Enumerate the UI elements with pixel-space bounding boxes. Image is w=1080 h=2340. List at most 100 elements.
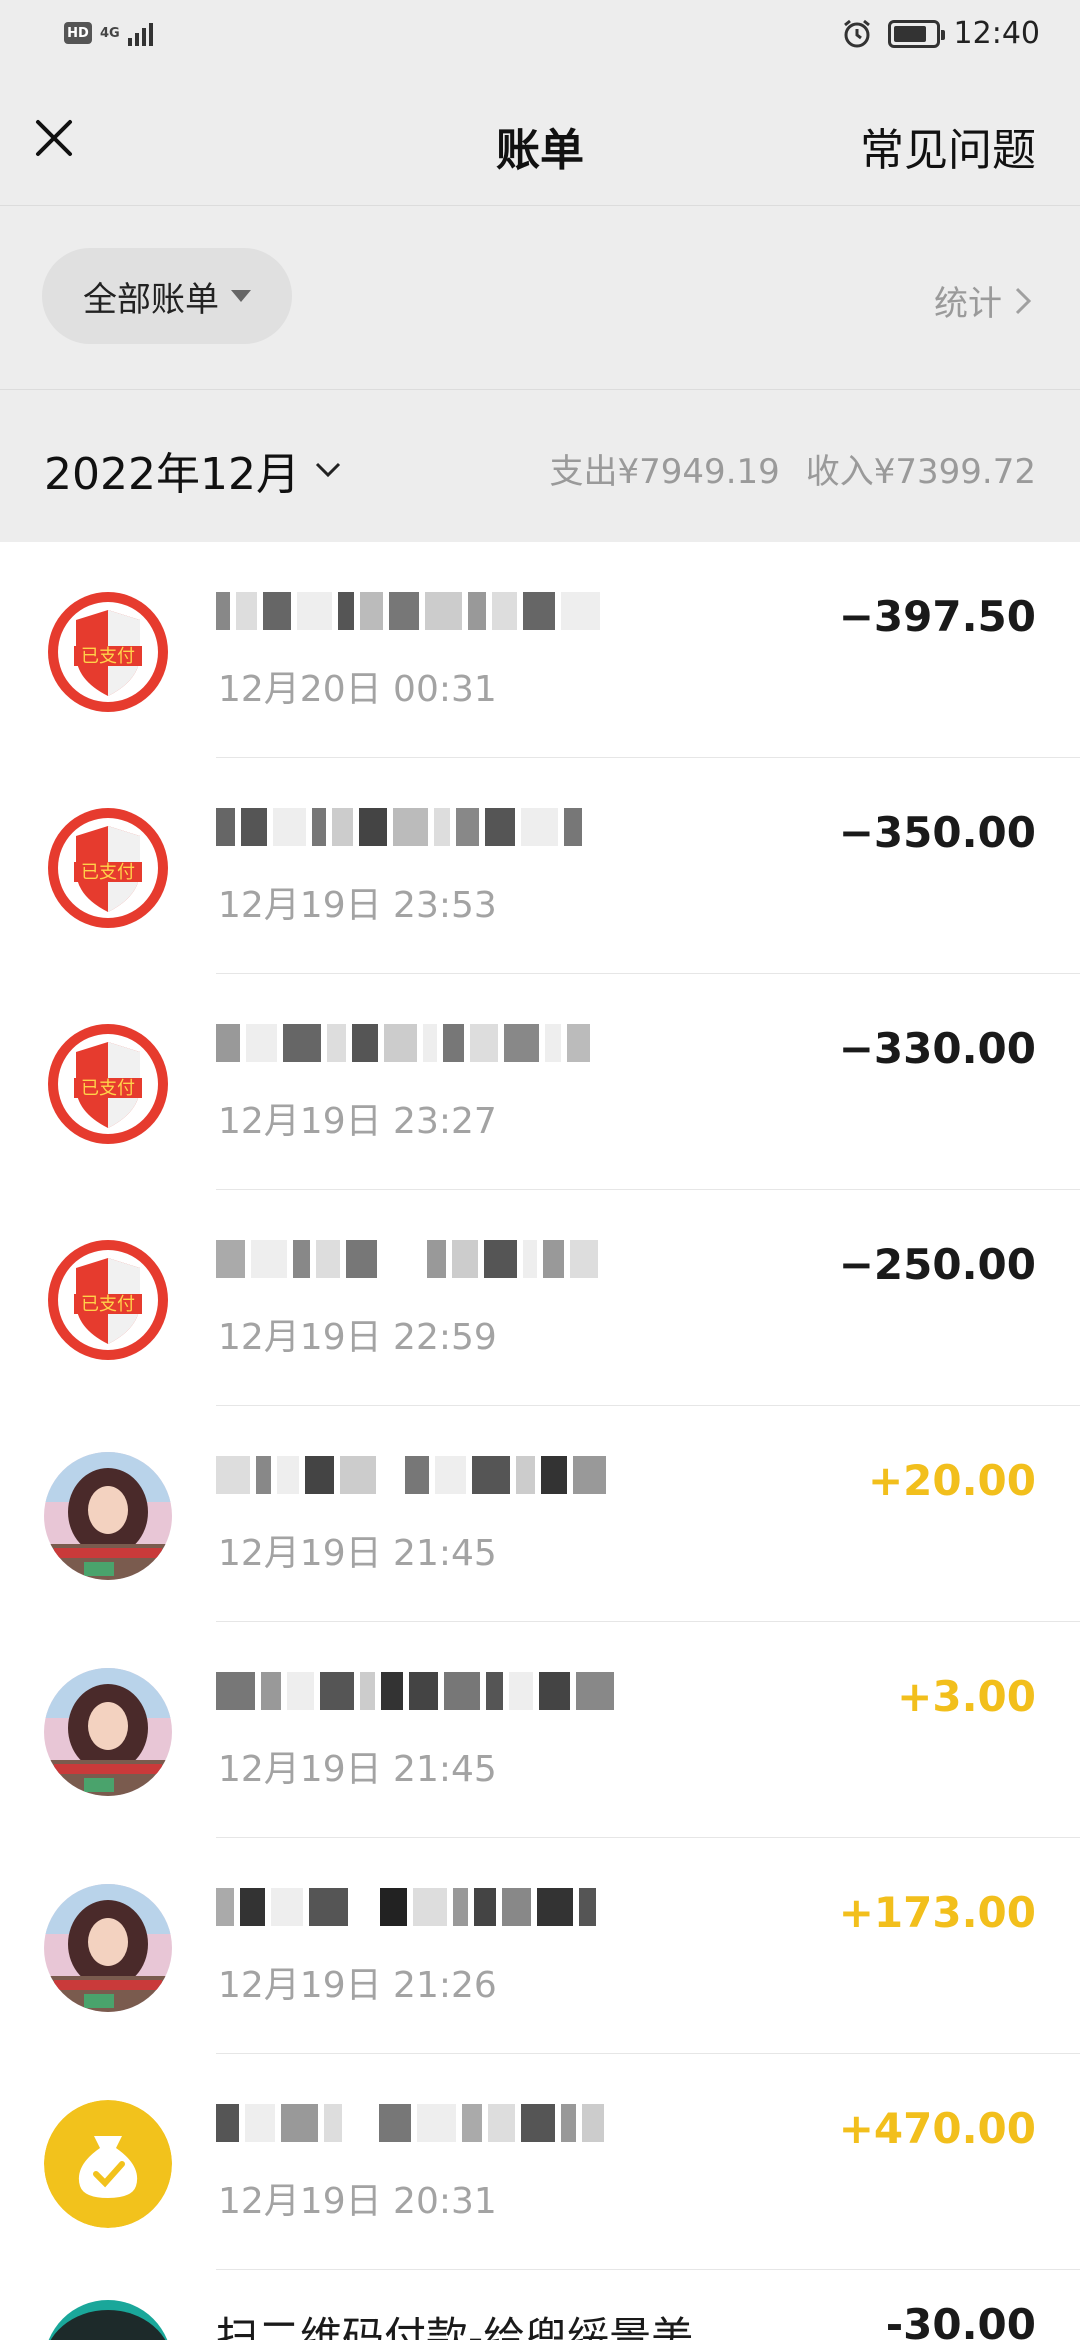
redaction-block (216, 2104, 239, 2142)
redaction-block (382, 1456, 399, 1494)
redaction-block (573, 1456, 606, 1494)
hd-badge: HD (64, 22, 92, 44)
redaction-block (582, 2104, 604, 2142)
redacted-title (216, 1452, 606, 1498)
battery-icon (887, 19, 945, 48)
status-time: 12:40 (953, 16, 1040, 51)
redaction-block (216, 808, 235, 846)
transaction-time: 12月19日 22:59 (218, 1317, 497, 1358)
redaction-block (435, 1456, 466, 1494)
redaction-block (537, 1888, 573, 1926)
redaction-block (320, 1672, 354, 1710)
transaction-list: 已支付 12月20日 00:31 −397.50 已支付 12月19日 23:53 −35… (0, 542, 1080, 2340)
paid-badge-icon: 已支付 (44, 1020, 172, 1148)
battery-fill (893, 25, 926, 42)
transaction-amount: −397.50 (838, 592, 1036, 641)
transaction-amount: +3.00 (897, 1672, 1036, 1721)
redacted-title (216, 2100, 604, 2146)
transaction-time: 12月19日 21:45 (218, 1533, 497, 1574)
redaction-block (543, 1240, 564, 1278)
transaction-row[interactable]: 12月19日 21:26 +173.00 (0, 1838, 1080, 2054)
signal-icon (127, 20, 153, 46)
redaction-block (425, 592, 462, 630)
stats-label: 统计 (934, 284, 1002, 324)
redaction-block (434, 808, 450, 846)
redaction-block (521, 808, 558, 846)
redaction-block (216, 1024, 240, 1062)
redaction-block (241, 808, 267, 846)
redacted-title (216, 588, 600, 634)
transaction-row[interactable]: 已支付 12月19日 23:53 −350.00 (0, 758, 1080, 974)
redaction-block (423, 1024, 437, 1062)
redaction-block (523, 592, 555, 630)
redaction-block (379, 2104, 411, 2142)
redaction-block (413, 1888, 447, 1926)
redaction-block (576, 1672, 614, 1710)
redaction-block (443, 1024, 464, 1062)
transaction-time: 12月19日 23:53 (218, 885, 497, 926)
transaction-row[interactable]: 已支付 12月19日 23:27 −330.00 (0, 974, 1080, 1190)
redaction-block (427, 1240, 446, 1278)
transaction-row[interactable]: 12月19日 21:45 +3.00 (0, 1622, 1080, 1838)
redaction-block (273, 808, 306, 846)
filter-bar: 全部账单 统计 (0, 206, 1080, 390)
redaction-block (561, 592, 600, 630)
redaction-block (246, 1024, 277, 1062)
redaction-block (216, 1672, 255, 1710)
redaction-block (470, 1024, 498, 1062)
paid-badge-icon: 已支付 (44, 1236, 172, 1364)
transaction-row[interactable]: 已支付 12月20日 00:31 −397.50 (0, 542, 1080, 758)
redaction-block (340, 1456, 376, 1494)
redaction-block (360, 1672, 375, 1710)
redaction-block (359, 808, 387, 846)
redaction-block (384, 1024, 417, 1062)
redaction-block (346, 1240, 377, 1278)
redaction-block (271, 1888, 303, 1926)
redaction-block (263, 592, 291, 630)
redaction-block (521, 2104, 555, 2142)
alarm-icon (843, 19, 870, 47)
redaction-block (468, 592, 486, 630)
chevron-down-icon (315, 462, 341, 478)
transaction-row[interactable]: 12月19日 20:31 +470.00 (0, 2054, 1080, 2270)
redaction-block (453, 1888, 468, 1926)
redaction-block (539, 1672, 570, 1710)
redaction-block (354, 1888, 374, 1926)
redaction-block (472, 1456, 510, 1494)
redaction-block (352, 1024, 378, 1062)
redacted-title (216, 804, 582, 850)
redaction-block (579, 1888, 596, 1926)
redaction-block (444, 1672, 480, 1710)
transaction-amount: +20.00 (867, 1456, 1036, 1505)
redaction-block (452, 1240, 478, 1278)
status-bar: HD 4G 12:40 (0, 0, 1080, 72)
month-label: 2022年12月 (44, 449, 300, 500)
redaction-block (251, 1240, 287, 1278)
redaction-block (277, 1456, 299, 1494)
redaction-block (405, 1456, 429, 1494)
redaction-block (516, 1456, 535, 1494)
redaction-block (281, 2104, 318, 2142)
redaction-block (240, 1888, 265, 1926)
faq-link[interactable]: 常见问题 (860, 114, 1036, 178)
transaction-row[interactable]: 已支付 12月19日 22:59 −250.00 (0, 1190, 1080, 1406)
redaction-block (545, 1024, 561, 1062)
transaction-time: 12月20日 00:31 (218, 669, 497, 710)
redaction-block (509, 1672, 533, 1710)
svg-text:已支付: 已支付 (81, 1078, 135, 1099)
redaction-block (485, 808, 515, 846)
month-picker[interactable]: 2022年12月 (44, 438, 342, 502)
caret-down-icon (231, 290, 251, 302)
redaction-block (216, 1456, 250, 1494)
redaction-block (216, 592, 230, 630)
stats-link[interactable]: 统计 (934, 276, 1032, 325)
transaction-row-partial[interactable]: 扫二维码付款-给兜绥景美 -30.00 (0, 2270, 1080, 2340)
redaction-block (381, 1672, 403, 1710)
expense-total: 支出¥7949.19 (549, 452, 780, 492)
user-photo-avatar (44, 1452, 172, 1580)
bill-type-filter-label: 全部账单 (83, 279, 219, 320)
redaction-block (309, 1888, 348, 1926)
bill-type-filter[interactable]: 全部账单 (42, 248, 292, 344)
transaction-row[interactable]: 12月19日 21:45 +20.00 (0, 1406, 1080, 1622)
redaction-block (502, 1888, 531, 1926)
